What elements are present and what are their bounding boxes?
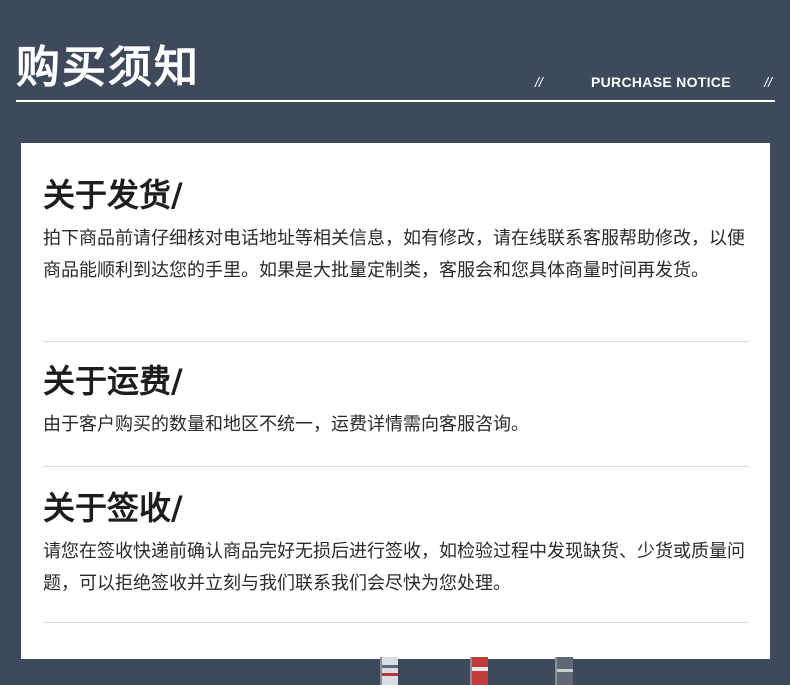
section-divider [43, 341, 749, 342]
decorative-slash-right: // [764, 74, 772, 90]
section-freight: 关于运费/ 由于客户购买的数量和地区不统一，运费详情需向客服咨询。 [43, 361, 749, 441]
section-title: 关于发货/ [43, 176, 183, 214]
page-subtitle: PURCHASE NOTICE [591, 74, 731, 90]
flag-icon [557, 657, 573, 685]
section-divider [43, 466, 749, 467]
notice-card: 关于发货/ 拍下商品前请仔细核对电话地址等相关信息，如有修改，请在线联系客服帮助… [21, 143, 770, 659]
flag-icon [382, 657, 398, 685]
section-divider [43, 622, 749, 623]
section-receipt: 关于签收/ 请您在签收快递前确认商品完好无损后进行签收，如检验过程中发现缺货、少… [43, 488, 749, 600]
section-body: 拍下商品前请仔细核对电话地址等相关信息，如有修改，请在线联系客服帮助修改，以便商… [43, 228, 745, 281]
header-divider [16, 100, 775, 102]
section-body: 由于客户购买的数量和地区不统一，运费详情需向客服咨询。 [43, 414, 529, 435]
section-title: 关于签收/ [43, 489, 183, 527]
header: 购买须知 // PURCHASE NOTICE // [0, 0, 790, 110]
section-title: 关于运费/ [43, 362, 183, 400]
section-shipping: 关于发货/ 拍下商品前请仔细核对电话地址等相关信息，如有修改，请在线联系客服帮助… [43, 175, 749, 287]
flag-icon [472, 657, 488, 685]
decorative-slash-left: // [535, 74, 543, 90]
section-body: 请您在签收快递前确认商品完好无损后进行签收，如检验过程中发现缺货、少货或质量问题… [43, 541, 745, 594]
notice-subtitle-row: // PURCHASE NOTICE // [530, 72, 775, 92]
page-title: 购买须知 [16, 42, 200, 93]
